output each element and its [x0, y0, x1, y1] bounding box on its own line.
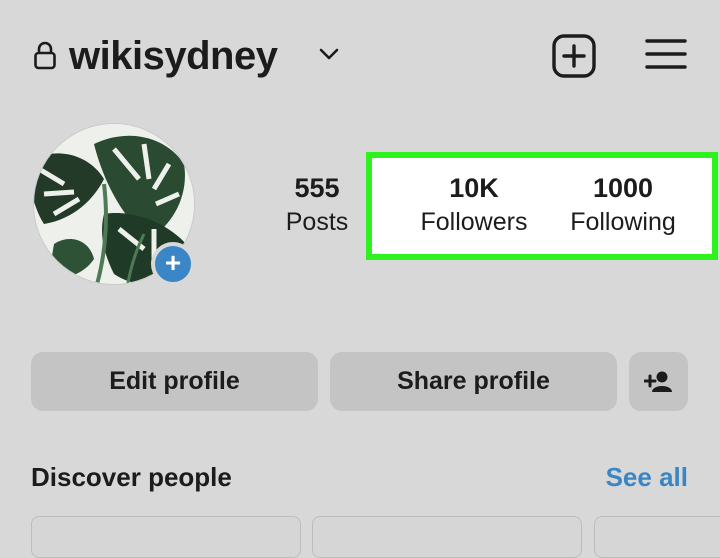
followers-label[interactable]: Followers [404, 208, 544, 237]
add-story-plus-icon[interactable]: + [151, 242, 195, 286]
discover-people-title: Discover people [31, 462, 232, 492]
discover-people-button[interactable] [629, 352, 688, 411]
hamburger-menu-icon[interactable] [645, 37, 687, 71]
edit-profile-button[interactable]: Edit profile [31, 352, 318, 411]
suggested-profile-card[interactable] [594, 516, 720, 558]
share-profile-label: Share profile [397, 367, 550, 395]
followers-count[interactable]: 10K [404, 173, 544, 204]
add-person-icon [643, 371, 672, 392]
followers-following-highlight [366, 152, 718, 260]
suggested-profile-card[interactable] [31, 516, 301, 558]
profile-username[interactable]: wikisydney [69, 32, 278, 80]
following-label[interactable]: Following [558, 208, 688, 237]
suggested-profile-card[interactable] [312, 516, 582, 558]
share-profile-button[interactable]: Share profile [330, 352, 617, 411]
see-all-link[interactable]: See all [588, 462, 688, 493]
posts-label: Posts [285, 208, 349, 236]
new-post-button[interactable] [551, 33, 597, 79]
posts-count: 555 [294, 173, 340, 203]
chevron-down-icon[interactable] [317, 45, 341, 63]
lock-icon [34, 41, 56, 70]
edit-profile-label: Edit profile [109, 367, 240, 395]
following-count[interactable]: 1000 [558, 173, 688, 204]
